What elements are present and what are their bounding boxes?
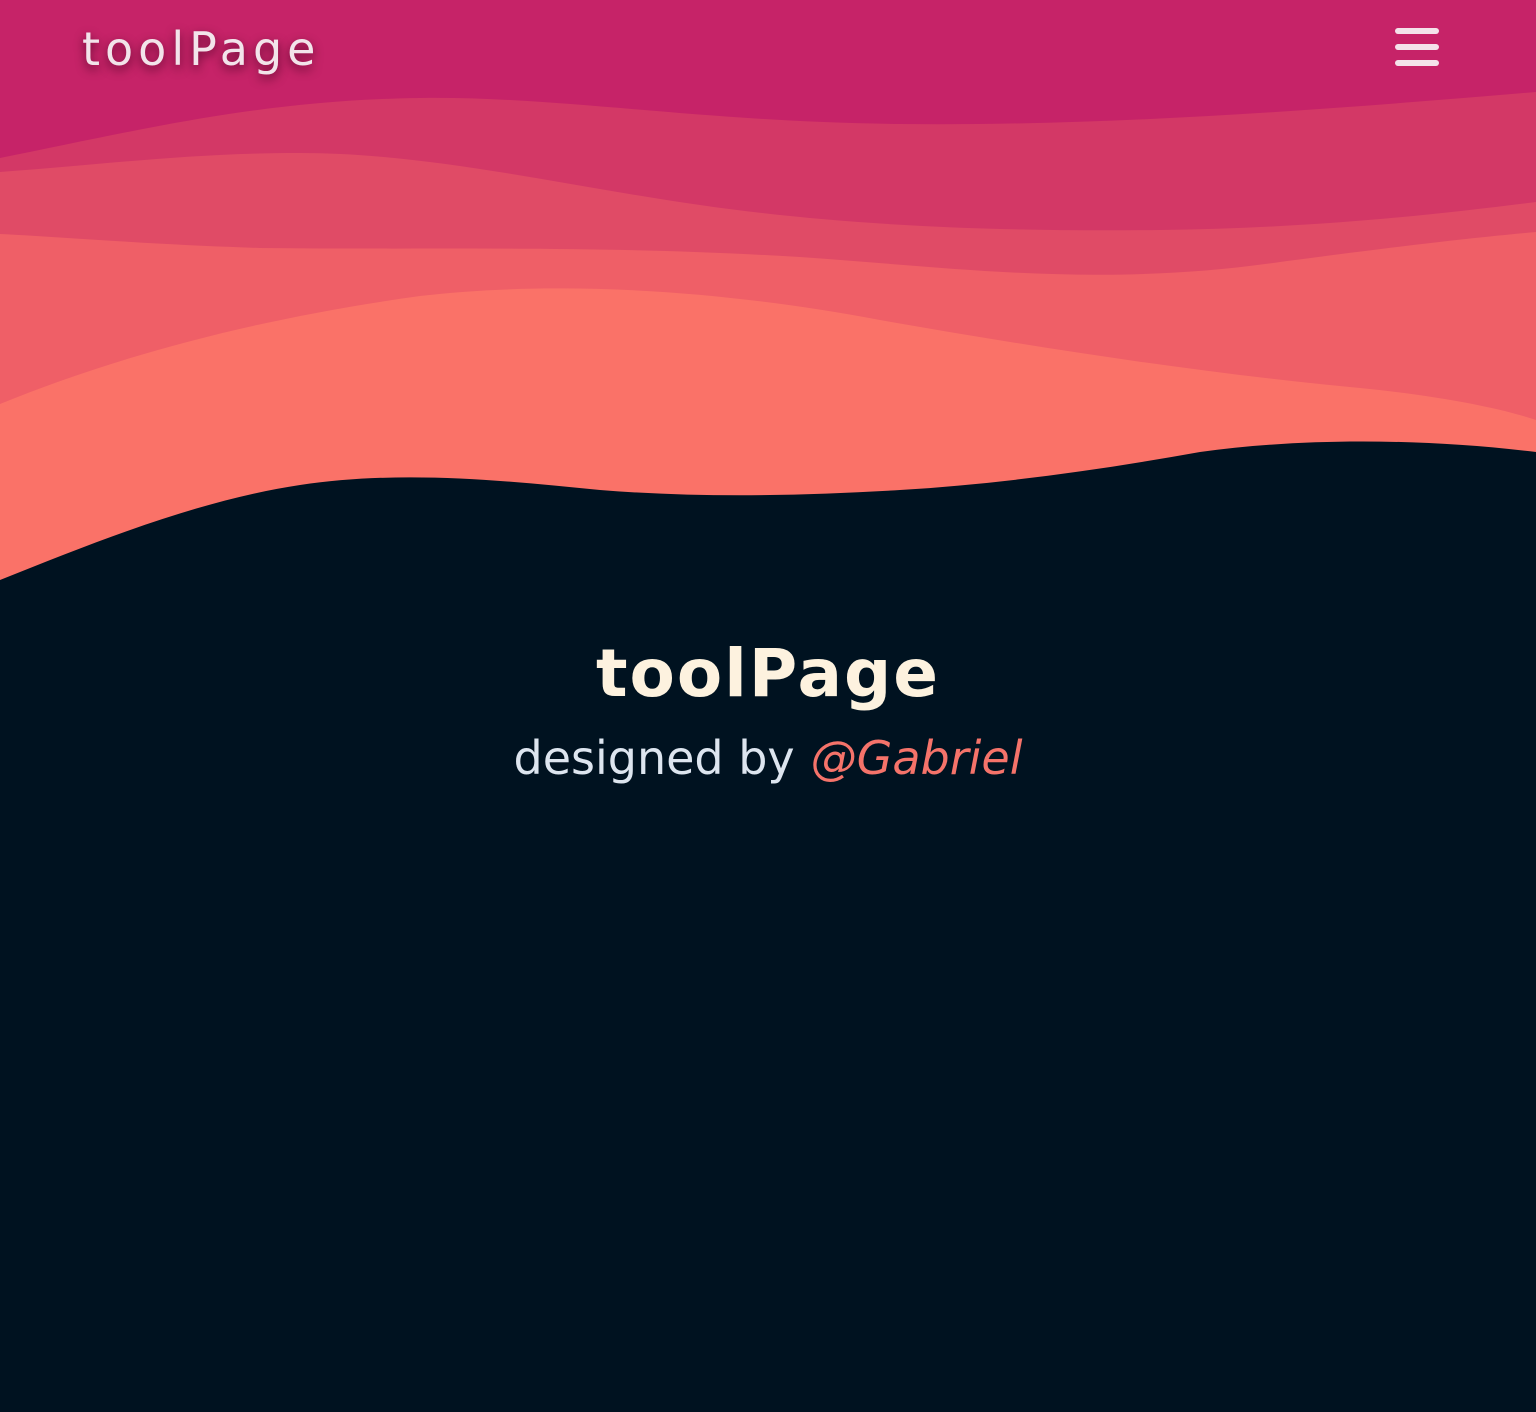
hero-credit: designed by @Gabriel [0, 728, 1536, 788]
navbar: toolPage [0, 0, 1536, 110]
hero-title: toolPage [595, 635, 940, 712]
menu-icon-bar [1395, 60, 1439, 66]
brand-logo-text[interactable]: toolPage [82, 22, 320, 76]
hamburger-menu-icon[interactable] [1392, 26, 1442, 70]
menu-icon-bar [1395, 44, 1439, 50]
credit-prefix: designed by [513, 731, 795, 785]
menu-icon-bar [1395, 28, 1439, 34]
page: toolPage toolPage designed by @Gabriel [0, 0, 1536, 1412]
credit-author-link[interactable]: @Gabriel [811, 731, 1023, 785]
hero-section: toolPage designed by @Gabriel [0, 632, 1536, 788]
